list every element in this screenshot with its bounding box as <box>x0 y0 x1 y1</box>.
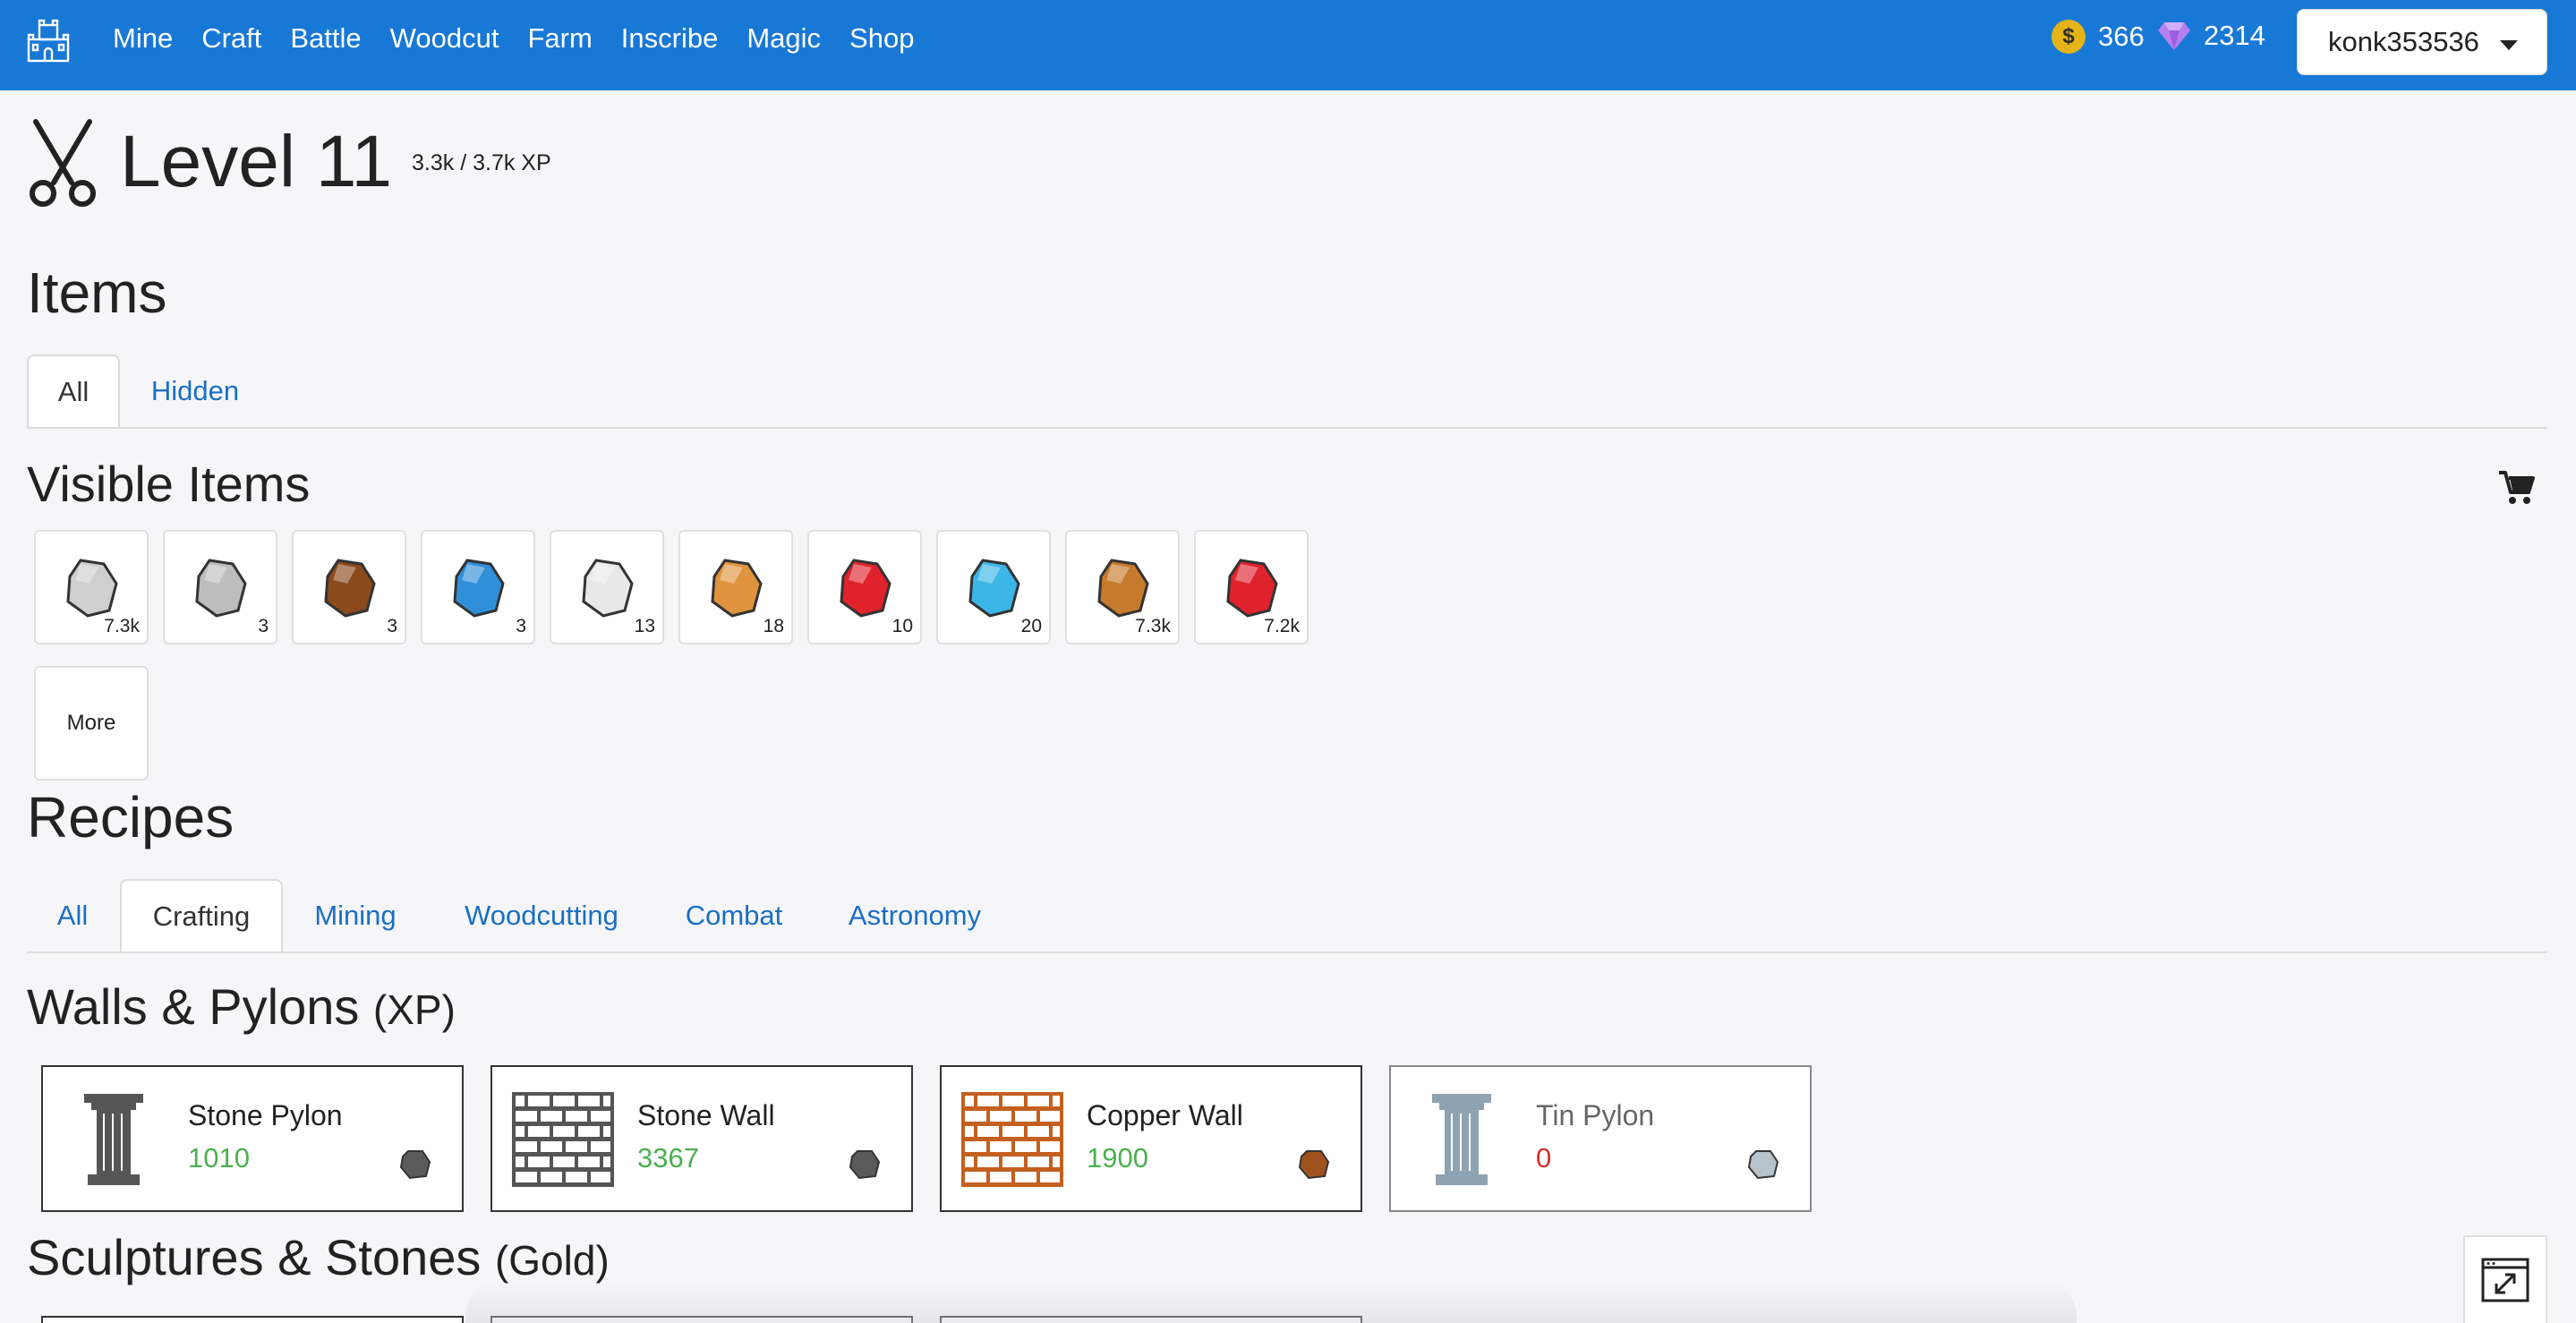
sculptures-stones-heading: Sculptures & Stones (Gold) <box>27 1228 610 1286</box>
recipe-value: 1010 <box>188 1142 250 1174</box>
nav-battle[interactable]: Battle <box>290 22 361 55</box>
gold-display: $ 366 <box>2051 20 2145 54</box>
nav-mine[interactable]: Mine <box>113 22 173 55</box>
recipe-card-copper-wall[interactable]: Copper Wall 1900 <box>940 1065 1362 1212</box>
pylon-icon <box>84 1094 143 1185</box>
recipes-heading: Recipes <box>27 785 235 849</box>
level-title: Level 11 <box>120 121 392 202</box>
item-tile-stone[interactable]: 7.3k <box>34 530 149 644</box>
recipe-card-tin-pylon[interactable]: Tin Pylon 0 <box>1389 1065 1812 1212</box>
amber-icon <box>711 559 763 618</box>
items-heading: Items <box>27 260 167 325</box>
gold-amount: 366 <box>2098 21 2145 52</box>
walls-pylons-subtitle: (XP) <box>372 986 456 1033</box>
item-tile-sapphire-ore[interactable]: 3 <box>421 530 535 644</box>
nav-shop[interactable]: Shop <box>849 22 914 55</box>
item-tile-copper[interactable]: 7.3k <box>1065 530 1180 644</box>
recipes-tab-divider <box>27 952 2547 953</box>
main-nav: Mine Craft Battle Woodcut Farm Inscribe … <box>113 0 943 77</box>
recipe-card-stone-wall[interactable]: Stone Wall 3367 <box>490 1065 913 1212</box>
xp-progress-text: 3.3k / 3.7k XP <box>412 150 551 175</box>
tab-recipes-astronomy[interactable]: Astronomy <box>829 879 1001 952</box>
ingredient-ore-icon <box>849 1150 881 1180</box>
item-tile-copper-ore[interactable]: 3 <box>292 530 406 644</box>
garnet-icon <box>1226 559 1278 618</box>
scissors-icon <box>30 119 96 207</box>
recipe-card[interactable] <box>41 1316 464 1323</box>
sculptures-stones-title: Sculptures & Stones <box>27 1229 482 1285</box>
quartz-icon <box>582 559 634 618</box>
copper-icon <box>1097 559 1149 618</box>
item-tile-garnet[interactable]: 7.2k <box>1194 530 1309 644</box>
item-count: 13 <box>634 616 655 636</box>
tin-ore-icon <box>195 559 247 618</box>
more-items-button[interactable]: More <box>34 666 149 781</box>
recipe-value: 1900 <box>1087 1142 1148 1174</box>
expand-window-button[interactable] <box>2463 1235 2547 1323</box>
recipe-name: Copper Wall <box>1087 1099 1243 1131</box>
stone-icon <box>66 559 118 618</box>
item-count: 7.3k <box>104 616 140 636</box>
username-label: konk353536 <box>2328 26 2479 57</box>
recipe-value: 3367 <box>637 1142 699 1174</box>
ingredient-ore-icon <box>1298 1150 1330 1180</box>
nav-inscribe[interactable]: Inscribe <box>621 22 719 55</box>
items-tab-divider <box>27 427 2547 429</box>
item-tile-amber[interactable]: 18 <box>678 530 793 644</box>
gold-coin-icon: $ <box>2051 20 2086 54</box>
walls-pylons-title: Walls & Pylons <box>27 978 360 1035</box>
item-tile-tin-ore[interactable]: 3 <box>163 530 277 644</box>
nav-magic[interactable]: Magic <box>746 22 821 55</box>
tab-recipes-crafting[interactable]: Crafting <box>120 879 283 952</box>
item-count: 7.2k <box>1264 616 1300 636</box>
bottom-overlay-shadow <box>465 1280 2077 1323</box>
wall-icon <box>961 1092 1063 1187</box>
gem-display: 2314 <box>2157 20 2265 52</box>
top-navbar: Mine Craft Battle Woodcut Farm Inscribe … <box>0 0 2576 90</box>
gem-amount: 2314 <box>2204 20 2265 51</box>
ingredient-ore-icon <box>1747 1150 1779 1180</box>
nav-woodcut[interactable]: Woodcut <box>390 22 499 55</box>
item-count: 20 <box>1020 616 1042 636</box>
sculptures-stones-subtitle: (Gold) <box>494 1237 610 1284</box>
sapphire-icon <box>968 559 1020 618</box>
item-tile-sapphire[interactable]: 20 <box>936 530 1051 644</box>
item-count: 7.3k <box>1135 616 1171 636</box>
shopping-cart-icon[interactable] <box>2497 467 2537 507</box>
sapphire-ore-icon <box>453 559 505 618</box>
recipe-name: Stone Wall <box>637 1099 775 1131</box>
item-count: 3 <box>258 616 269 636</box>
wall-icon <box>512 1092 614 1187</box>
ruby-icon <box>840 559 891 618</box>
nav-farm[interactable]: Farm <box>527 22 592 55</box>
item-count: 3 <box>387 616 397 636</box>
castle-logo-icon[interactable] <box>25 18 72 64</box>
recipe-name: Stone Pylon <box>188 1099 343 1131</box>
item-tile-quartz[interactable]: 13 <box>550 530 664 644</box>
item-count: 10 <box>891 616 913 636</box>
nav-craft[interactable]: Craft <box>201 22 261 55</box>
pylon-icon <box>1432 1094 1491 1185</box>
recipe-name: Tin Pylon <box>1536 1099 1655 1131</box>
tab-items-all[interactable]: All <box>27 354 120 428</box>
expand-icon <box>2481 1258 2529 1302</box>
walls-pylons-heading: Walls & Pylons (XP) <box>27 977 456 1036</box>
ingredient-ore-icon <box>399 1150 431 1180</box>
gem-icon <box>2158 22 2190 50</box>
item-count: 3 <box>516 616 526 636</box>
tab-recipes-woodcutting[interactable]: Woodcutting <box>446 879 637 952</box>
recipe-card-stone-pylon[interactable]: Stone Pylon 1010 <box>41 1065 464 1212</box>
visible-items-heading: Visible Items <box>27 456 311 512</box>
item-tile-ruby[interactable]: 10 <box>807 530 922 644</box>
tab-items-hidden[interactable]: Hidden <box>134 354 256 428</box>
tab-recipes-all[interactable]: All <box>41 879 104 952</box>
item-count: 18 <box>763 616 784 636</box>
chevron-down-icon <box>2500 40 2518 50</box>
recipe-value: 0 <box>1536 1142 1552 1174</box>
user-menu-dropdown[interactable]: konk353536 <box>2297 9 2547 75</box>
tab-recipes-combat[interactable]: Combat <box>668 879 800 952</box>
tab-recipes-mining[interactable]: Mining <box>299 879 412 952</box>
copper-ore-icon <box>324 559 376 618</box>
